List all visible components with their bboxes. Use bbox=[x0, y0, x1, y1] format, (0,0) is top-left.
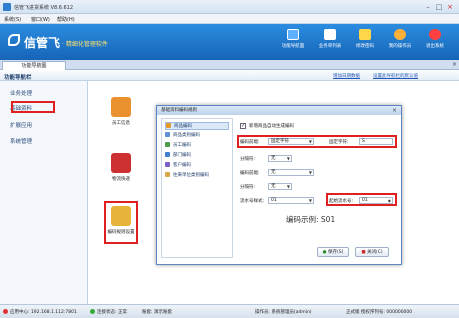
status-operator: 操作员: 系统管理员(admin) bbox=[255, 310, 312, 315]
chevron-down-icon: ▼ bbox=[308, 139, 312, 144]
toolbar-doc-list-button[interactable]: 业务单列表 bbox=[311, 29, 349, 57]
tree-item-product-code[interactable]: 商品编码 bbox=[165, 122, 229, 130]
sidebar-item-extensions[interactable]: 扩展应用 bbox=[10, 121, 32, 129]
menu-bar: 系统(S) 窗口(W) 帮助(H) bbox=[0, 14, 459, 24]
auto-code-checkbox[interactable]: ✓ bbox=[240, 123, 246, 129]
status-bar: 应用中心: 192.168.1.112:7801 连接状态: 正常 账套: 演示… bbox=[0, 304, 459, 318]
start-serial-label: 起始流水号: bbox=[329, 199, 354, 204]
status-edition: 正式版 授权序列号: 000000000 bbox=[346, 310, 413, 315]
code-type-tree: 商品编码 商品类别编码 员工编码 部门编码 客户编码 往来单位类别编码 bbox=[161, 118, 233, 258]
app-icon bbox=[3, 3, 11, 11]
exit-icon bbox=[429, 29, 441, 40]
maximize-button[interactable]: □ bbox=[434, 3, 444, 11]
menu-system[interactable]: 系统(S) bbox=[4, 16, 21, 23]
mid-prefix-label: 编码前缀: bbox=[240, 171, 260, 176]
tree-item-category-code[interactable]: 商品类别编码 bbox=[165, 132, 229, 140]
tab-nav-map[interactable]: 功能导航图 bbox=[2, 61, 66, 70]
module-highlight bbox=[104, 201, 138, 244]
auto-code-label: 新增商品自动生成编码 bbox=[249, 124, 294, 129]
toolbar-change-password-button[interactable]: 修改密码 bbox=[346, 29, 384, 57]
chevron-down-icon: ▼ bbox=[308, 170, 312, 175]
nav-header: 功能导航栏 增加日期数据 设置此导航栏的默认值 bbox=[0, 70, 459, 81]
save-button[interactable]: ● 保存(S) bbox=[317, 247, 349, 257]
add-date-link[interactable]: 增加日期数据 bbox=[333, 73, 360, 79]
mid-prefix-select[interactable]: 无 ▼ bbox=[268, 169, 314, 176]
separator1-select[interactable]: 无 ▼ bbox=[268, 155, 292, 162]
separator1-label: 分隔符: bbox=[240, 157, 256, 162]
chevron-down-icon: ▼ bbox=[308, 198, 312, 203]
brand-name: 信管飞 bbox=[24, 36, 61, 50]
window-title: 信管飞进货系统 V8.6.612 bbox=[14, 5, 74, 11]
folder-icon bbox=[165, 172, 170, 177]
code-example: 编码示例: S01 bbox=[286, 214, 386, 227]
menu-help[interactable]: 帮助(H) bbox=[57, 16, 75, 23]
fixed-char-label: 固定字符: bbox=[329, 140, 349, 145]
sidebar-item-business[interactable]: 业务处理 bbox=[10, 89, 32, 97]
tree-item-employee-code[interactable]: 员工编码 bbox=[165, 142, 229, 150]
example-label: 编码示例: bbox=[286, 215, 319, 224]
folder-icon bbox=[166, 123, 171, 128]
minimize-button[interactable]: – bbox=[423, 3, 433, 11]
folder-icon bbox=[165, 132, 170, 137]
customer-icon bbox=[165, 162, 170, 167]
brand-logo-icon bbox=[8, 34, 20, 46]
start-serial-input[interactable]: 01 ◆ bbox=[359, 197, 393, 204]
person-icon bbox=[165, 142, 170, 147]
close-window-button[interactable]: × bbox=[445, 3, 455, 11]
tree-item-department-code[interactable]: 部门编码 bbox=[165, 152, 229, 160]
close-button[interactable]: ■ 关闭(C) bbox=[355, 247, 389, 257]
check-icon bbox=[90, 309, 95, 314]
tab-bar bbox=[0, 60, 459, 70]
example-value: S01 bbox=[320, 215, 336, 224]
code-rule-form: ✓ 新增商品自动生成编码 编码前缀: 固定字符 ▼ 固定字符: S 分隔符: 无 ▼… bbox=[237, 118, 399, 261]
sidebar-selected-highlight bbox=[11, 101, 55, 113]
fixed-char-input[interactable]: S bbox=[359, 138, 393, 145]
sidebar-item-system[interactable]: 系统管理 bbox=[10, 137, 32, 145]
chevron-down-icon: ▼ bbox=[286, 184, 290, 189]
truck-icon bbox=[111, 153, 131, 173]
status-account: 账套: 演示账套 bbox=[142, 310, 172, 315]
sidebar: 业务处理 基础资料 扩展应用 系统管理 bbox=[0, 81, 88, 304]
employee-icon bbox=[111, 97, 131, 117]
separator2-label: 分隔符: bbox=[240, 185, 256, 190]
tree-item-partner-category-code[interactable]: 往来单位类别编码 bbox=[165, 172, 229, 180]
tab-close-icon[interactable]: × bbox=[452, 61, 457, 68]
serial-style-select[interactable]: 01 ▼ bbox=[268, 197, 314, 204]
serial-style-label: 流水号样式: bbox=[240, 199, 265, 204]
monitor-icon bbox=[287, 29, 299, 40]
group-icon bbox=[165, 152, 170, 157]
chevron-down-icon: ▼ bbox=[286, 156, 290, 161]
tree-item-customer-code[interactable]: 客户编码 bbox=[165, 162, 229, 170]
server-icon bbox=[3, 309, 8, 314]
dialog-title: 基础资料编码规则 bbox=[157, 106, 401, 115]
dialog-close-icon[interactable]: × bbox=[392, 107, 397, 114]
status-connection: 连接状态: 正常 bbox=[90, 309, 127, 315]
list-icon bbox=[324, 29, 336, 40]
lock-icon bbox=[359, 29, 371, 40]
user-icon bbox=[394, 29, 406, 40]
toolbar-exit-button[interactable]: 退出系统 bbox=[416, 29, 454, 57]
separator2-select[interactable]: 无 ▼ bbox=[268, 183, 292, 190]
prefix-select[interactable]: 固定字符 ▼ bbox=[268, 138, 314, 145]
toolbar-nav-panel-button[interactable]: 功能导航面 bbox=[274, 29, 312, 57]
status-app-center: 应用中心: 192.168.1.112:7801 bbox=[3, 309, 77, 315]
brand-subtitle: · 精细化管理软件 bbox=[62, 41, 108, 48]
nav-title: 功能导航栏 bbox=[4, 75, 32, 81]
module-logistics[interactable]: 物流快递 bbox=[104, 153, 138, 182]
title-bar: 信管飞进货系统 V8.6.612 – □ × bbox=[0, 0, 459, 14]
toolbar-my-operator-button[interactable]: 我的操作员 bbox=[381, 29, 419, 57]
set-default-link[interactable]: 设置此导航栏的默认值 bbox=[373, 73, 418, 79]
module-employee-info[interactable]: 员工信息 bbox=[104, 97, 138, 126]
code-rule-dialog: 基础资料编码规则 × 商品编码 商品类别编码 员工编码 部门编码 客户编码 往来… bbox=[156, 105, 402, 265]
header-banner: 信管飞 · 精细化管理软件 功能导航面 业务单列表 修改密码 我的操作员 退出系… bbox=[0, 24, 459, 60]
spinner-icon: ◆ bbox=[387, 198, 391, 203]
prefix-label: 编码前缀: bbox=[240, 140, 260, 145]
menu-window[interactable]: 窗口(W) bbox=[31, 16, 50, 23]
